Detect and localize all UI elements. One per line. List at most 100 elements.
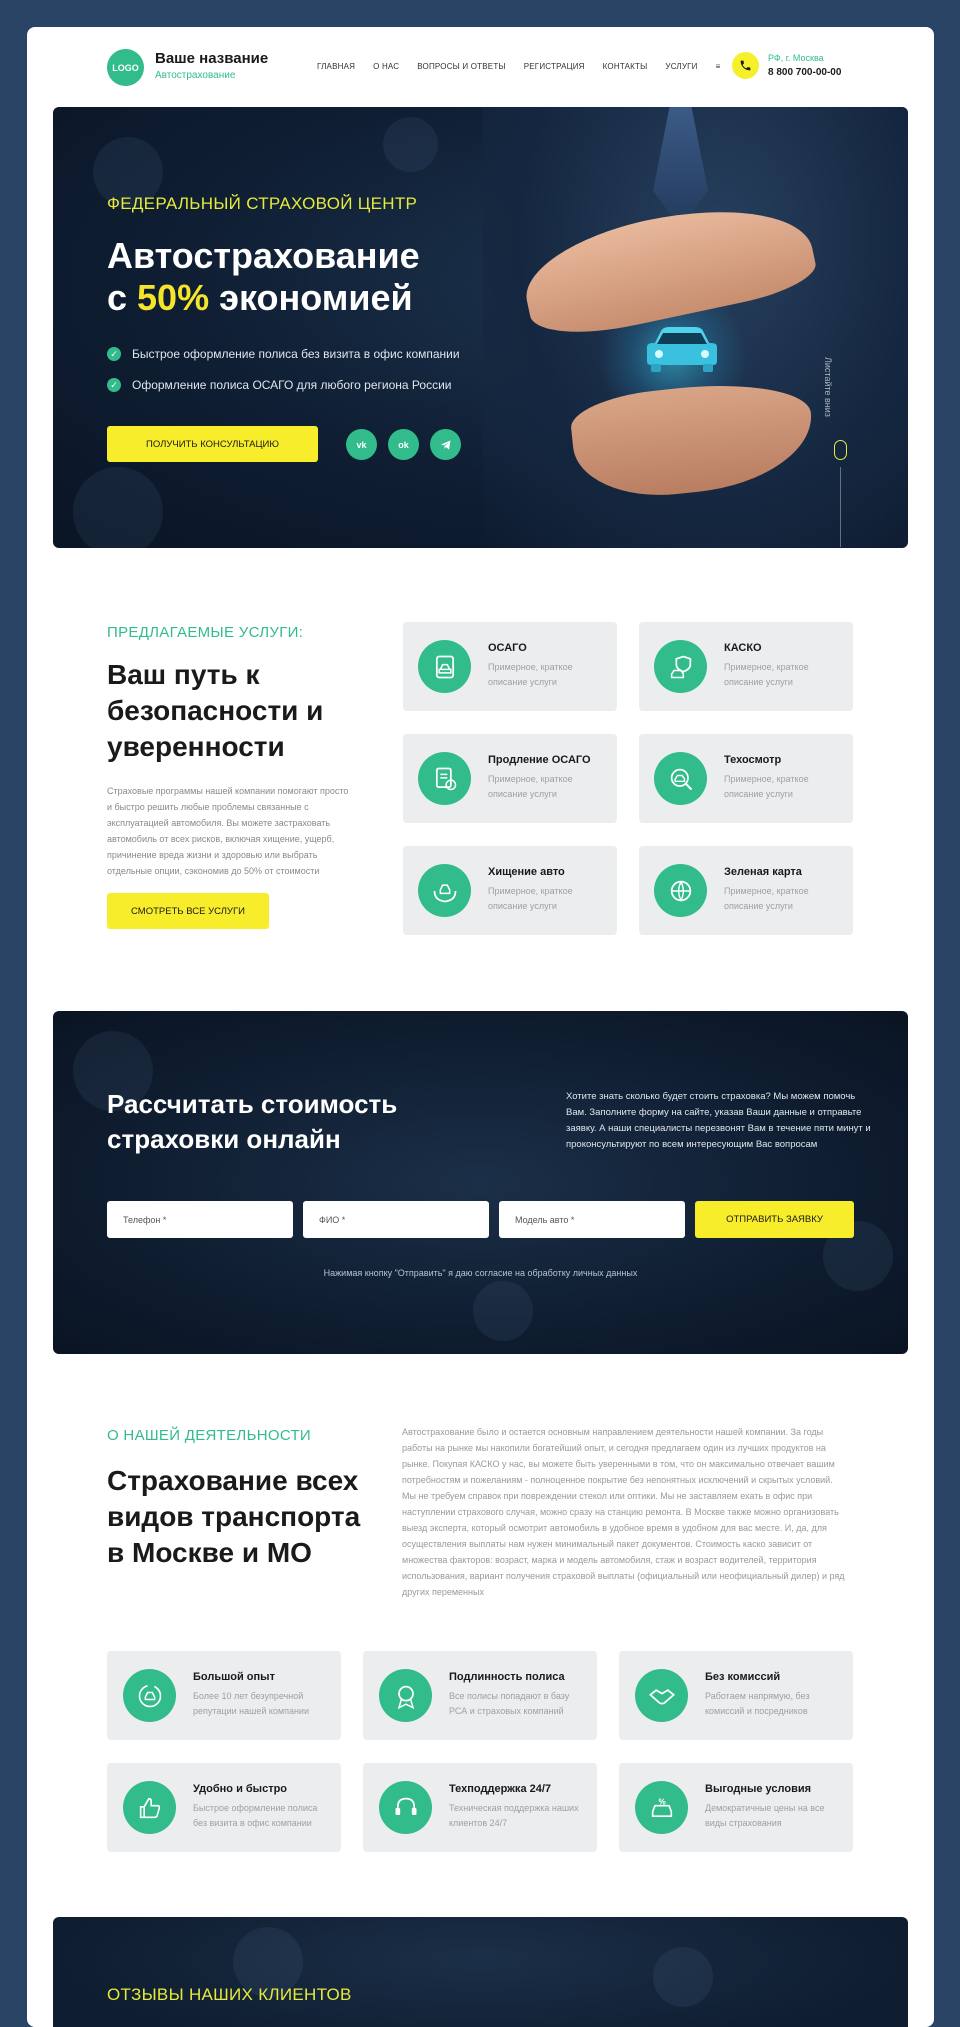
feature-desc: Более 10 лет безупречной репутации нашей…	[193, 1691, 309, 1716]
vk-icon[interactable]: vk	[346, 429, 377, 460]
bokeh-decoration	[653, 1947, 713, 2007]
check-icon: ✓	[107, 378, 121, 392]
service-title: КАСКО	[724, 642, 762, 654]
feature-card-no-commission: Без комиссий Работаем напрямую, без коми…	[619, 1651, 853, 1740]
hero-title-accent: 50%	[137, 277, 210, 318]
hero-title-line1: Автострахование	[107, 235, 420, 276]
consent-text: Нажимая кнопку "Отправить" я даю согласи…	[323, 1268, 638, 1278]
hero-kicker: ФЕДЕРАЛЬНЫЙ СТРАХОВОЙ ЦЕНТР	[107, 194, 418, 213]
service-desc: Примерное, краткое описание услуги	[724, 662, 809, 687]
support-icon	[379, 1781, 432, 1834]
brand-subtitle: Автострахование	[155, 70, 236, 81]
about-kicker: О НАШЕЙ ДЕЯТЕЛЬНОСТИ	[107, 1427, 312, 1444]
handshake-icon	[635, 1669, 688, 1722]
service-card-green-card[interactable]: Зеленая карта Примерное, краткое описани…	[639, 846, 853, 935]
name-field[interactable]	[303, 1201, 489, 1238]
menu-icon[interactable]: ≡	[716, 62, 721, 71]
feature-title: Подлинность полиса	[449, 1671, 565, 1683]
service-desc: Примерное, краткое описание услуги	[724, 886, 809, 911]
service-desc: Примерное, краткое описание услуги	[488, 774, 573, 799]
feature-desc: Техническая поддержка наших клиентов 24/…	[449, 1803, 579, 1828]
service-card-kasko[interactable]: КАСКО Примерное, краткое описание услуги	[639, 622, 853, 711]
hands-car-icon	[418, 864, 471, 917]
feature-desc: Работаем напрямую, без комиссий и посред…	[705, 1691, 810, 1716]
hero-bullet-text: Оформление полиса ОСАГО для любого регио…	[132, 378, 452, 392]
svg-text:%: %	[658, 1797, 666, 1806]
feature-desc: Демократичные цены на все виды страхован…	[705, 1803, 825, 1828]
header: LOGO Ваше название Автострахование ГЛАВН…	[27, 27, 934, 105]
phone-field[interactable]	[107, 1201, 293, 1238]
service-title: Техосмотр	[724, 754, 782, 766]
nav-item-about[interactable]: О НАС	[373, 62, 399, 71]
service-title: Хищение авто	[488, 866, 565, 878]
reviews-kicker: ОТЗЫВЫ НАШИХ КЛИЕНТОВ	[107, 1985, 352, 2004]
car-icon	[639, 317, 725, 377]
inspection-icon	[654, 752, 707, 805]
nav-item-faq[interactable]: ВОПРОСЫ И ОТВЕТЫ	[417, 62, 505, 71]
services-description: Страховые программы нашей компании помог…	[107, 786, 349, 876]
services-kicker: ПРЕДЛАГАЕМЫЕ УСЛУГИ:	[107, 624, 304, 641]
medal-icon	[379, 1669, 432, 1722]
hero-bullet-text: Быстрое оформление полиса без визита в о…	[132, 347, 460, 361]
feature-title: Без комиссий	[705, 1671, 781, 1683]
about-title: Страхование всех видов транспорта в Моск…	[107, 1465, 361, 1568]
phone-number[interactable]: 8 800 700-00-00	[768, 67, 841, 78]
feature-title: Большой опыт	[193, 1671, 275, 1683]
car-model-field[interactable]	[499, 1201, 685, 1238]
renew-document-icon	[418, 752, 471, 805]
bokeh-decoration	[383, 117, 438, 172]
service-card-renewal[interactable]: Продление ОСАГО Примерное, краткое описа…	[403, 734, 617, 823]
feature-desc: Все полисы попадают в базу РСА и страхов…	[449, 1691, 570, 1716]
feature-title: Выгодные условия	[705, 1783, 812, 1795]
bokeh-decoration	[473, 1281, 533, 1341]
consultation-button[interactable]: ПОЛУЧИТЬ КОНСУЛЬТАЦИЮ	[107, 426, 318, 462]
about-description: Автострахование было и остается основным…	[402, 1427, 845, 1597]
feature-card-fast: Удобно и быстро Быстрое оформление полис…	[107, 1763, 341, 1852]
service-card-osago[interactable]: ОСАГО Примерное, краткое описание услуги	[403, 622, 617, 711]
reviews-section: ОТЗЫВЫ НАШИХ КЛИЕНТОВ	[53, 1917, 908, 2027]
main-nav: ГЛАВНАЯ О НАС ВОПРОСЫ И ОТВЕТЫ РЕГИСТРАЦ…	[317, 62, 721, 71]
hero-title-prefix: с	[107, 277, 138, 318]
car-document-icon	[418, 640, 471, 693]
feature-card-support: Техподдержка 24/7 Техническая поддержка …	[363, 1763, 597, 1852]
nav-item-contacts[interactable]: КОНТАКТЫ	[603, 62, 648, 71]
phone-icon[interactable]	[732, 52, 759, 79]
services-title: Ваш путь к безопасности и уверенности	[107, 659, 324, 762]
mouse-scroll-icon[interactable]	[834, 440, 847, 460]
telegram-icon[interactable]	[430, 429, 461, 460]
nav-item-services[interactable]: УСЛУГИ	[665, 62, 697, 71]
page: LOGO Ваше название Автострахование ГЛАВН…	[27, 27, 934, 2027]
hero-bullet: ✓ Быстрое оформление полиса без визита в…	[107, 347, 460, 361]
check-icon: ✓	[107, 347, 121, 361]
nav-item-registration[interactable]: РЕГИСТРАЦИЯ	[524, 62, 585, 71]
hero-section: ФЕДЕРАЛЬНЫЙ СТРАХОВОЙ ЦЕНТР Автострахова…	[53, 107, 908, 548]
feature-title: Удобно и быстро	[193, 1783, 288, 1795]
service-card-inspection[interactable]: Техосмотр Примерное, краткое описание ус…	[639, 734, 853, 823]
feature-title: Техподдержка 24/7	[449, 1783, 552, 1795]
location-text: РФ, г. Москва	[768, 53, 824, 63]
service-title: ОСАГО	[488, 642, 527, 654]
hero-title-suffix: экономией	[209, 277, 413, 318]
brand-name: Ваше название	[155, 50, 269, 67]
feature-desc: Быстрое оформление полиса без визита в о…	[193, 1803, 318, 1828]
nav-item-home[interactable]: ГЛАВНАЯ	[317, 62, 355, 71]
service-desc: Примерное, краткое описание услуги	[488, 662, 573, 687]
service-desc: Примерное, краткое описание услуги	[724, 774, 809, 799]
scroll-line	[840, 467, 841, 547]
hero-bullet: ✓ Оформление полиса ОСАГО для любого рег…	[107, 378, 451, 392]
calculator-section: Рассчитать стоимость страховки онлайн Хо…	[53, 1011, 908, 1354]
feature-card-conditions: % Выгодные условия Демократичные цены на…	[619, 1763, 853, 1852]
bokeh-decoration	[73, 467, 163, 548]
car-cycle-icon	[123, 1669, 176, 1722]
car-shield-icon	[654, 640, 707, 693]
view-all-services-button[interactable]: СМОТРЕТЬ ВСЕ УСЛУГИ	[107, 893, 269, 929]
feature-card-authenticity: Подлинность полиса Все полисы попадают в…	[363, 1651, 597, 1740]
service-desc: Примерное, краткое описание услуги	[488, 886, 573, 911]
scroll-hint: Листайте вниз	[823, 357, 833, 417]
service-title: Продление ОСАГО	[488, 754, 591, 766]
feature-card-experience: Большой опыт Более 10 лет безупречной ре…	[107, 1651, 341, 1740]
submit-request-button[interactable]: ОТПРАВИТЬ ЗАЯВКУ	[695, 1201, 854, 1238]
logo[interactable]: LOGO	[107, 49, 144, 86]
service-card-theft[interactable]: Хищение авто Примерное, краткое описание…	[403, 846, 617, 935]
ok-icon[interactable]: ok	[388, 429, 419, 460]
